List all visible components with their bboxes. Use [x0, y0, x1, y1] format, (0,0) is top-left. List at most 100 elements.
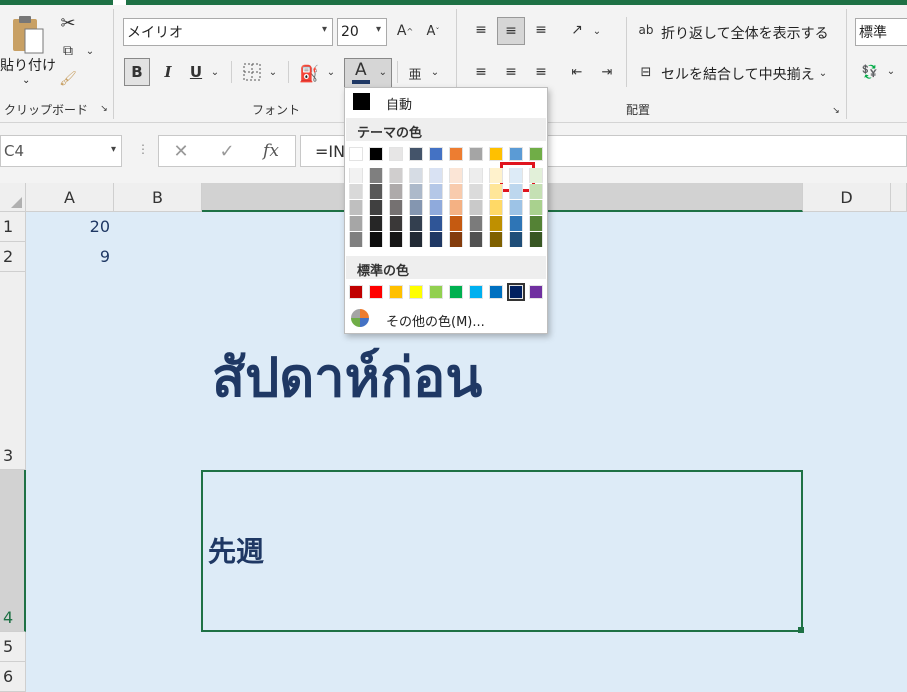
theme-color-swatch[interactable]	[489, 147, 503, 161]
row-header-3[interactable]: 3	[0, 272, 26, 470]
theme-shade-swatch[interactable]	[489, 168, 503, 183]
format-painter-icon[interactable]: 🖌	[58, 69, 78, 89]
orientation-icon[interactable]: ↗	[566, 19, 588, 41]
row-header-1[interactable]: 1	[0, 212, 26, 242]
row-header-5[interactable]: 5	[0, 632, 26, 662]
phonetic-dropdown-icon[interactable]: ⌄	[430, 65, 440, 79]
select-all-corner[interactable]	[0, 183, 26, 212]
theme-color-swatch[interactable]	[449, 147, 463, 161]
theme-shade-swatch[interactable]	[409, 200, 423, 215]
enter-icon[interactable]: ✓	[216, 140, 238, 162]
theme-color-swatch[interactable]	[429, 147, 443, 161]
bold-button[interactable]: B	[124, 58, 150, 86]
standard-color-swatch[interactable]	[429, 285, 443, 299]
theme-shade-swatch[interactable]	[369, 168, 383, 183]
paste-icon[interactable]	[6, 13, 48, 59]
font-color-button[interactable]: A ⌄	[344, 58, 392, 88]
phonetic-icon[interactable]: 亜	[404, 60, 426, 86]
font-size-dropdown-icon[interactable]: ▾	[376, 24, 381, 35]
theme-color-swatch[interactable]	[369, 147, 383, 161]
cancel-icon[interactable]: ✕	[170, 140, 192, 162]
standard-color-swatch[interactable]	[349, 285, 363, 299]
theme-shade-swatch[interactable]	[389, 168, 403, 183]
wrap-text-icon[interactable]: ab	[636, 20, 656, 40]
copy-icon[interactable]: ⧉	[58, 41, 78, 61]
theme-shade-swatch[interactable]	[369, 184, 383, 199]
column-header-d[interactable]: D	[803, 183, 891, 212]
theme-shade-swatch[interactable]	[509, 184, 523, 199]
theme-shade-swatch[interactable]	[449, 216, 463, 231]
cell-a2[interactable]: 9	[26, 247, 110, 266]
borders-dropdown-icon[interactable]: ⌄	[268, 65, 278, 79]
decrease-indent-icon[interactable]: ⇤	[566, 61, 588, 83]
theme-color-swatch[interactable]	[529, 147, 543, 161]
theme-shade-swatch[interactable]	[449, 232, 463, 247]
theme-shade-swatch[interactable]	[509, 168, 523, 183]
theme-shade-swatch[interactable]	[349, 216, 363, 231]
theme-shade-swatch[interactable]	[469, 216, 483, 231]
decrease-font-icon[interactable]: Aˇ	[424, 21, 442, 41]
theme-shade-swatch[interactable]	[389, 216, 403, 231]
theme-shade-swatch[interactable]	[409, 232, 423, 247]
theme-shade-swatch[interactable]	[389, 200, 403, 215]
theme-shade-swatch[interactable]	[369, 216, 383, 231]
standard-color-swatch[interactable]	[369, 285, 383, 299]
standard-color-swatch[interactable]	[409, 285, 423, 299]
increase-indent-icon[interactable]: ⇥	[596, 61, 618, 83]
standard-color-swatch[interactable]	[529, 285, 543, 299]
standard-color-swatch[interactable]	[507, 283, 525, 301]
theme-shade-swatch[interactable]	[349, 184, 363, 199]
theme-shade-swatch[interactable]	[469, 200, 483, 215]
theme-shade-swatch[interactable]	[449, 184, 463, 199]
theme-shade-swatch[interactable]	[409, 184, 423, 199]
column-header-a[interactable]: A	[26, 183, 114, 212]
theme-shade-swatch[interactable]	[489, 216, 503, 231]
theme-color-swatch[interactable]	[409, 147, 423, 161]
theme-shade-swatch[interactable]	[489, 184, 503, 199]
theme-shade-swatch[interactable]	[489, 232, 503, 247]
more-colors-option[interactable]: その他の色(M)...	[346, 305, 546, 331]
theme-shade-swatch[interactable]	[389, 232, 403, 247]
paste-dropdown-icon[interactable]: ⌄	[22, 75, 30, 86]
fill-color-icon[interactable]: ⛽	[296, 60, 322, 86]
theme-color-swatch[interactable]	[389, 147, 403, 161]
paste-label[interactable]: 貼り付け	[0, 55, 56, 75]
theme-shade-swatch[interactable]	[509, 200, 523, 215]
name-box[interactable]: C4 ▾	[0, 135, 122, 167]
theme-shade-swatch[interactable]	[349, 168, 363, 183]
theme-shade-swatch[interactable]	[469, 168, 483, 183]
theme-shade-swatch[interactable]	[349, 232, 363, 247]
accounting-format-icon[interactable]: 💱	[858, 61, 882, 83]
increase-font-icon[interactable]: A ^	[396, 21, 414, 41]
column-header-b[interactable]: B	[114, 183, 202, 212]
selected-cell-c4[interactable]	[201, 470, 803, 632]
orientation-dropdown-icon[interactable]: ⌄	[592, 25, 602, 37]
theme-shade-swatch[interactable]	[429, 200, 443, 215]
theme-shade-swatch[interactable]	[429, 184, 443, 199]
theme-shade-swatch[interactable]	[349, 200, 363, 215]
number-format-field[interactable]: 標準	[855, 18, 907, 46]
align-right-icon[interactable]: ≡	[530, 61, 552, 83]
font-name-dropdown-icon[interactable]: ▾	[322, 24, 327, 35]
insert-function-icon[interactable]: fx	[260, 139, 282, 163]
theme-color-swatch[interactable]	[509, 147, 523, 161]
theme-shade-swatch[interactable]	[529, 184, 543, 199]
row-header-4[interactable]: 4	[0, 470, 26, 632]
standard-color-swatch[interactable]	[389, 285, 403, 299]
alignment-launcher-icon[interactable]: ↘	[830, 105, 842, 117]
theme-shade-swatch[interactable]	[369, 232, 383, 247]
align-left-icon[interactable]: ≡	[470, 61, 492, 83]
cell-a1[interactable]: 20	[26, 217, 110, 236]
row-header-2[interactable]: 2	[0, 242, 26, 272]
copy-dropdown-icon[interactable]: ⌄	[84, 43, 96, 59]
wrap-text-button[interactable]: 折り返して全体を表示する	[661, 23, 829, 43]
merge-dropdown-icon[interactable]: ⌄	[818, 67, 828, 79]
underline-dropdown-icon[interactable]: ⌄	[210, 65, 220, 79]
standard-color-swatch[interactable]	[449, 285, 463, 299]
align-top-icon[interactable]: ≡	[470, 19, 492, 41]
font-name-field[interactable]: メイリオ ▾	[123, 18, 333, 46]
theme-shade-swatch[interactable]	[489, 200, 503, 215]
theme-shade-swatch[interactable]	[369, 200, 383, 215]
align-middle-icon[interactable]: ≡	[497, 17, 525, 45]
cut-icon[interactable]: ✂	[58, 13, 78, 34]
